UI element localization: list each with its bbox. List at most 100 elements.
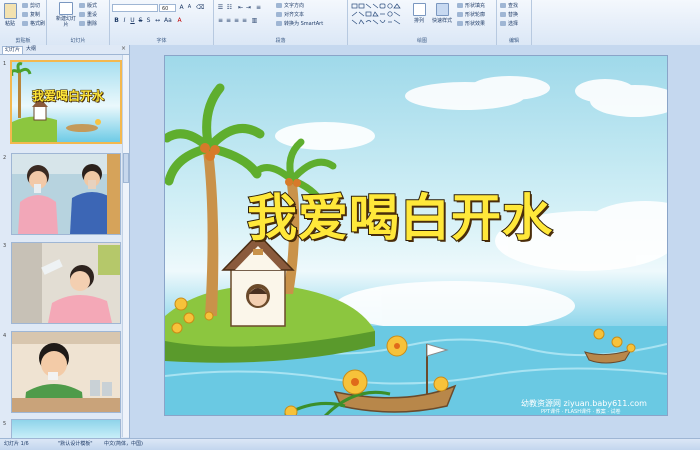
clipboard-icon xyxy=(3,3,17,19)
grow-font-icon[interactable]: A xyxy=(178,4,185,11)
shape-effects-button[interactable]: 形状效果 xyxy=(457,20,485,27)
reset-icon xyxy=(79,12,85,17)
delete-slide-button[interactable]: 删除 xyxy=(79,20,97,27)
clipboard-group-label: 剪贴板 xyxy=(15,38,31,44)
increase-indent-icon[interactable]: ⇥ xyxy=(245,4,252,11)
paragraph-group: ☰ ☷ ⇤ ⇥ ≡ ≡ ≡ ≡ ≡ ▥ 文字方向 对齐文本 转换为 SmartA… xyxy=(214,0,348,45)
font-color-icon[interactable]: A xyxy=(176,17,183,24)
paint-bucket-icon xyxy=(457,3,463,8)
slide-number: 2 xyxy=(3,155,7,161)
quick-styles-button[interactable]: 快速样式 xyxy=(430,3,454,24)
font-group-label: 字体 xyxy=(156,38,167,44)
slide-number: 5 xyxy=(3,421,7,427)
align-center-icon[interactable]: ≡ xyxy=(225,17,232,24)
slides-group-label: 幻灯片 xyxy=(70,38,86,44)
clipboard-group: 粘贴 剪切 复制 格式刷 剪贴板 xyxy=(0,0,47,45)
layout-button[interactable]: 版式 xyxy=(79,2,97,9)
justify-icon[interactable]: ≡ xyxy=(241,17,248,24)
layout-icon xyxy=(79,3,85,8)
slides-pane: 幻灯片 大纲 × 1 我爱喝白开水 2 3 4 5 xyxy=(0,45,130,439)
slide-number: 3 xyxy=(3,243,7,249)
columns-icon[interactable]: ▥ xyxy=(251,17,258,24)
smartart-button[interactable]: 转换为 SmartArt xyxy=(276,20,323,27)
line-spacing-icon[interactable]: ≡ xyxy=(255,4,262,11)
quick-styles-icon xyxy=(435,3,449,16)
language-indicator[interactable]: 中文(简体，中国) xyxy=(104,439,143,450)
new-slide-icon xyxy=(59,2,73,15)
cursor-icon xyxy=(500,21,506,26)
slide-number: 4 xyxy=(3,333,7,339)
tab-outline[interactable]: 大纲 xyxy=(24,46,38,53)
delete-icon xyxy=(79,21,85,26)
pane-tabs: 幻灯片 大纲 × xyxy=(0,45,129,55)
align-right-icon[interactable]: ≡ xyxy=(233,17,240,24)
align-text-button[interactable]: 对齐文本 xyxy=(276,11,304,18)
find-button[interactable]: 查找 xyxy=(500,2,518,9)
tab-slides[interactable]: 幻灯片 xyxy=(2,46,24,54)
replace-button[interactable]: 替换 xyxy=(500,11,518,18)
arrange-icon xyxy=(412,3,426,16)
shape-outline-button[interactable]: 形状轮廓 xyxy=(457,11,485,18)
pen-icon xyxy=(457,12,463,17)
slide-thumbnail-2[interactable] xyxy=(11,153,121,235)
slide-thumbnail-3[interactable] xyxy=(11,242,121,324)
slide-number: 1 xyxy=(3,61,7,67)
copy-icon xyxy=(22,12,28,17)
slide-canvas[interactable]: 我爱喝白开水 幼教资源网 ziyuan.baby611.com PPT课件 · … xyxy=(164,55,668,416)
slide-title[interactable]: 我爱喝白开水 xyxy=(246,178,553,250)
underline-icon[interactable]: U xyxy=(129,17,136,24)
numbering-icon[interactable]: ☷ xyxy=(226,4,233,11)
slide-thumbnail-1[interactable]: 我爱喝白开水 xyxy=(10,60,122,144)
bold-icon[interactable]: B xyxy=(113,17,120,24)
text-direction-button[interactable]: 文字方向 xyxy=(276,2,304,9)
shrink-font-icon[interactable]: A xyxy=(186,4,193,11)
reset-button[interactable]: 重设 xyxy=(79,11,97,18)
scrollbar-thumb[interactable] xyxy=(123,153,129,183)
smartart-icon xyxy=(276,21,282,26)
shape-fill-button[interactable]: 形状填充 xyxy=(457,2,485,9)
copy-button[interactable]: 复制 xyxy=(22,11,40,18)
bullets-icon[interactable]: ☰ xyxy=(217,4,224,11)
ribbon: 粘贴 剪切 复制 格式刷 剪贴板 新建幻灯片 版式 重设 删除 幻灯片 60 A… xyxy=(0,0,700,46)
format-painter-button[interactable]: 格式刷 xyxy=(22,20,45,27)
font-group: 60 A A ⌫ B I U S S ↔ Aa A 字体 xyxy=(110,0,214,45)
child-drinking-photo xyxy=(12,243,120,323)
font-name-combo[interactable] xyxy=(112,4,158,12)
paste-button[interactable]: 粘贴 xyxy=(2,3,18,27)
replace-icon xyxy=(500,12,506,17)
align-left-icon[interactable]: ≡ xyxy=(217,17,224,24)
slides-group: 新建幻灯片 版式 重设 删除 幻灯片 xyxy=(47,0,110,45)
shapes-gallery[interactable] xyxy=(351,3,407,27)
strikethrough-icon[interactable]: S xyxy=(137,17,144,24)
drawing-group: 排列 快速样式 形状填充 形状轮廓 形状效果 绘图 xyxy=(348,0,497,45)
italic-icon[interactable]: I xyxy=(121,17,128,24)
thumbnail-scrollbar[interactable] xyxy=(122,55,129,437)
char-spacing-icon[interactable]: ↔ xyxy=(154,17,161,24)
thumbnail-title: 我爱喝白开水 xyxy=(31,89,105,104)
brush-icon xyxy=(22,21,28,26)
editing-group-label: 编辑 xyxy=(508,38,519,44)
decrease-indent-icon[interactable]: ⇤ xyxy=(237,4,244,11)
slide-thumbnail-5[interactable] xyxy=(11,419,121,439)
editing-group: 查找 替换 选择 编辑 xyxy=(497,0,532,45)
font-size-combo[interactable]: 60 xyxy=(159,4,176,12)
clear-format-icon[interactable]: ⌫ xyxy=(196,4,204,11)
text-direction-icon xyxy=(276,3,282,8)
arrange-button[interactable]: 排列 xyxy=(410,3,428,24)
status-bar: 幻灯片 1/6 "默认设计模板" 中文(简体，中国) xyxy=(0,438,700,450)
shadow-icon[interactable]: S xyxy=(145,17,152,24)
paragraph-group-label: 段落 xyxy=(275,38,286,44)
change-case-icon[interactable]: Aa xyxy=(164,17,172,24)
palm-tree xyxy=(203,151,219,316)
select-button[interactable]: 选择 xyxy=(500,20,518,27)
theme-name: "默认设计模板" xyxy=(58,441,93,447)
close-pane-icon[interactable]: × xyxy=(121,45,126,52)
binoculars-icon xyxy=(500,3,506,8)
effects-icon xyxy=(457,21,463,26)
scissors-icon xyxy=(22,3,28,8)
drawing-group-label: 绘图 xyxy=(416,38,427,44)
slide-thumbnail-4[interactable] xyxy=(11,331,121,413)
cut-button[interactable]: 剪切 xyxy=(22,2,40,9)
boy-drinking-photo xyxy=(12,332,120,412)
new-slide-button[interactable]: 新建幻灯片 xyxy=(56,2,76,28)
